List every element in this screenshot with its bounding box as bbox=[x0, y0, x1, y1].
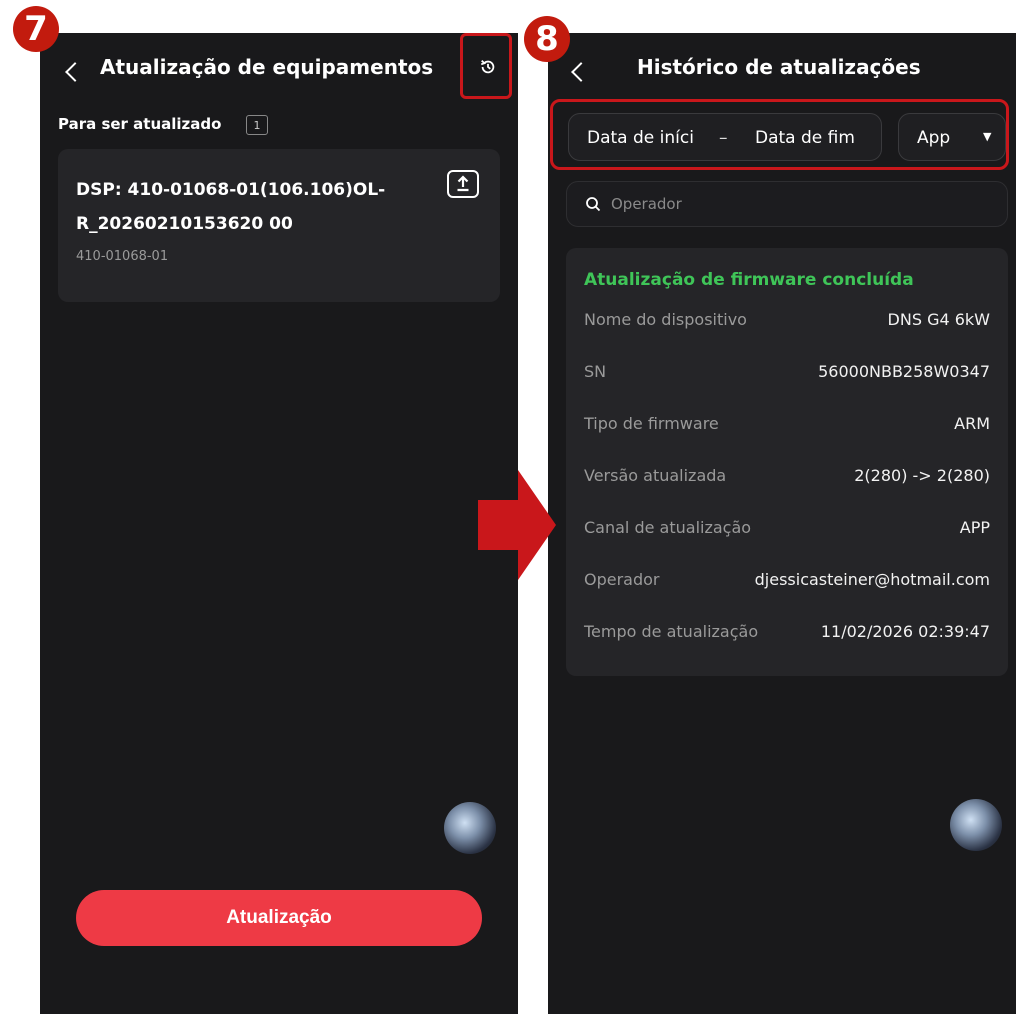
page-title: Atualização de equipamentos bbox=[100, 55, 434, 79]
search-input[interactable] bbox=[611, 195, 971, 213]
record-label: Canal de atualização bbox=[584, 518, 752, 537]
record-label: Operador bbox=[584, 570, 660, 589]
next-step-arrow-icon bbox=[478, 470, 556, 580]
record-label: Nome do dispositivo bbox=[584, 310, 747, 329]
record-value: ARM bbox=[954, 414, 990, 433]
assistant-bubble-icon[interactable] bbox=[950, 799, 1002, 851]
search-icon bbox=[586, 197, 601, 212]
record-value: 11/02/2026 02:39:47 bbox=[820, 622, 990, 641]
record-row: Tempo de atualização 11/02/2026 02:39:47 bbox=[584, 622, 990, 646]
record-row: Nome do dispositivo DNS G4 6kW bbox=[584, 310, 990, 334]
back-chevron-icon[interactable] bbox=[65, 62, 85, 82]
record-row: Canal de atualização APP bbox=[584, 518, 990, 542]
record-label: Tempo de atualização bbox=[584, 622, 759, 641]
record-value: djessicasteiner@hotmail.com bbox=[754, 570, 990, 589]
step-7-badge: 7 bbox=[13, 6, 59, 52]
record-label: Versão atualizada bbox=[584, 466, 727, 485]
record-value: 2(280) -> 2(280) bbox=[854, 466, 990, 485]
update-history-screen: Histórico de atualizações Data de iníci … bbox=[548, 33, 1016, 1014]
source-select[interactable]: App ▼ bbox=[898, 113, 1006, 161]
back-chevron-icon[interactable] bbox=[571, 62, 591, 82]
upload-icon[interactable] bbox=[447, 170, 479, 198]
equipment-update-screen: Atualização de equipamentos Para ser atu… bbox=[40, 33, 518, 1014]
dropdown-arrow-icon: ▼ bbox=[983, 130, 992, 143]
date-separator: – bbox=[719, 128, 728, 148]
record-label: Tipo de firmware bbox=[584, 414, 719, 433]
history-clock-icon[interactable] bbox=[479, 58, 497, 76]
record-row: Tipo de firmware ARM bbox=[584, 414, 990, 438]
pending-section-label: Para ser atualizado bbox=[58, 115, 222, 133]
record-value: APP bbox=[959, 518, 990, 537]
step-8-badge: 8 bbox=[524, 16, 570, 62]
source-select-value: App bbox=[917, 128, 951, 148]
record-row: Versão atualizada 2(280) -> 2(280) bbox=[584, 466, 990, 490]
assistant-bubble-icon[interactable] bbox=[444, 802, 496, 854]
device-part-number: 410-01068-01 bbox=[76, 249, 169, 264]
operator-search[interactable] bbox=[566, 181, 1008, 227]
start-date-field[interactable]: Data de iníci bbox=[587, 128, 694, 148]
record-label: SN bbox=[584, 362, 607, 381]
record-row: Operador djessicasteiner@hotmail.com bbox=[584, 570, 990, 594]
record-value: DNS G4 6kW bbox=[887, 310, 990, 329]
page-title: Histórico de atualizações bbox=[637, 55, 921, 79]
update-button[interactable]: Atualização bbox=[76, 890, 482, 946]
record-row: SN 56000NBB258W0347 bbox=[584, 362, 990, 386]
pending-count-badge: 1 bbox=[246, 115, 268, 135]
device-firmware-name: DSP: 410-01068-01(106.106)OL-R_202602101… bbox=[76, 180, 386, 234]
update-record-card: Atualização de firmware concluída Nome d… bbox=[566, 248, 1008, 676]
record-value: 56000NBB258W0347 bbox=[818, 362, 990, 381]
device-card[interactable]: DSP: 410-01068-01(106.106)OL-R_202602101… bbox=[58, 149, 500, 302]
end-date-field[interactable]: Data de fim bbox=[755, 128, 855, 148]
date-range-picker[interactable]: Data de iníci – Data de fim bbox=[568, 113, 882, 161]
record-status: Atualização de firmware concluída bbox=[584, 270, 914, 290]
